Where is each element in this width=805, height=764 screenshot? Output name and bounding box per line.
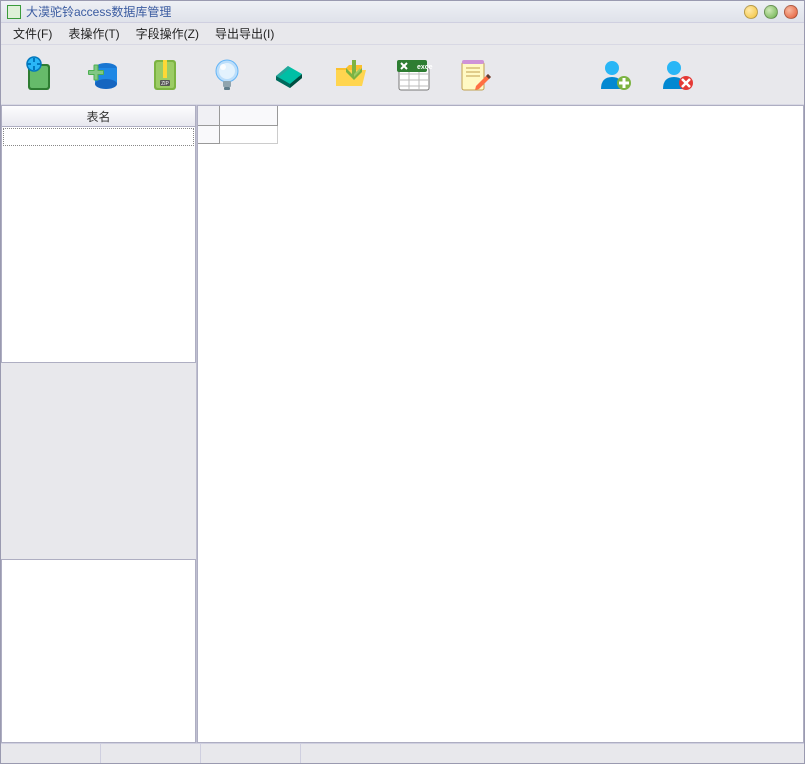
status-cell-3 <box>201 744 301 763</box>
download-folder-button[interactable] <box>331 55 371 95</box>
notepad-edit-button[interactable] <box>455 55 495 95</box>
app-icon <box>7 5 21 19</box>
lightbulb-button[interactable] <box>207 55 247 95</box>
titlebar[interactable]: 大漠驼铃access数据库管理 <box>1 1 804 23</box>
download-folder-icon <box>332 56 370 94</box>
maximize-button[interactable] <box>764 5 778 19</box>
left-pane-spacer <box>1 363 196 559</box>
left-bottom-panel[interactable] <box>1 559 196 743</box>
left-pane: 表名 <box>1 105 197 743</box>
svg-text:ZIP: ZIP <box>161 81 169 87</box>
menu-import-export[interactable]: 导出导出(I) <box>209 23 280 44</box>
main-window: 大漠驼铃access数据库管理 文件(F) 表操作(T) 字段操作(Z) 导出导… <box>0 0 805 764</box>
table-list[interactable] <box>1 127 196 363</box>
grid-row-header[interactable] <box>198 126 220 144</box>
user-add-button[interactable] <box>595 55 635 95</box>
menu-table-ops[interactable]: 表操作(T) <box>62 23 125 44</box>
zip-archive-icon: ZIP <box>146 56 184 94</box>
grid-cell[interactable] <box>220 126 278 144</box>
user-remove-button[interactable] <box>657 55 697 95</box>
close-button[interactable] <box>784 5 798 19</box>
excel-button[interactable]: excel <box>393 55 433 95</box>
svg-text:excel: excel <box>417 64 433 71</box>
add-database-icon <box>84 56 122 94</box>
statusbar <box>1 743 804 763</box>
grid-column-header[interactable] <box>220 106 278 126</box>
table-row[interactable] <box>3 128 194 146</box>
notepad-edit-icon <box>456 56 494 94</box>
grid-corner[interactable] <box>198 106 220 126</box>
open-database-icon <box>22 56 60 94</box>
status-cell-2 <box>101 744 201 763</box>
window-controls <box>744 5 798 19</box>
menu-file[interactable]: 文件(F) <box>7 23 58 44</box>
status-cell-1 <box>1 744 101 763</box>
minimize-button[interactable] <box>744 5 758 19</box>
window-title: 大漠驼铃access数据库管理 <box>26 3 744 20</box>
book-icon <box>270 56 308 94</box>
menu-field-ops[interactable]: 字段操作(Z) <box>130 23 205 44</box>
menubar: 文件(F) 表操作(T) 字段操作(Z) 导出导出(I) <box>1 23 804 45</box>
excel-icon: excel <box>393 56 433 94</box>
lightbulb-icon <box>208 56 246 94</box>
toolbar: ZIP <box>1 45 804 105</box>
book-button[interactable] <box>269 55 309 95</box>
table-list-header[interactable]: 表名 <box>1 105 196 127</box>
user-remove-icon <box>659 57 695 93</box>
content-area: 表名 <box>1 105 804 743</box>
open-database-button[interactable] <box>21 55 61 95</box>
data-grid[interactable] <box>197 105 804 743</box>
add-database-button[interactable] <box>83 55 123 95</box>
user-add-icon <box>597 57 633 93</box>
zip-archive-button[interactable]: ZIP <box>145 55 185 95</box>
